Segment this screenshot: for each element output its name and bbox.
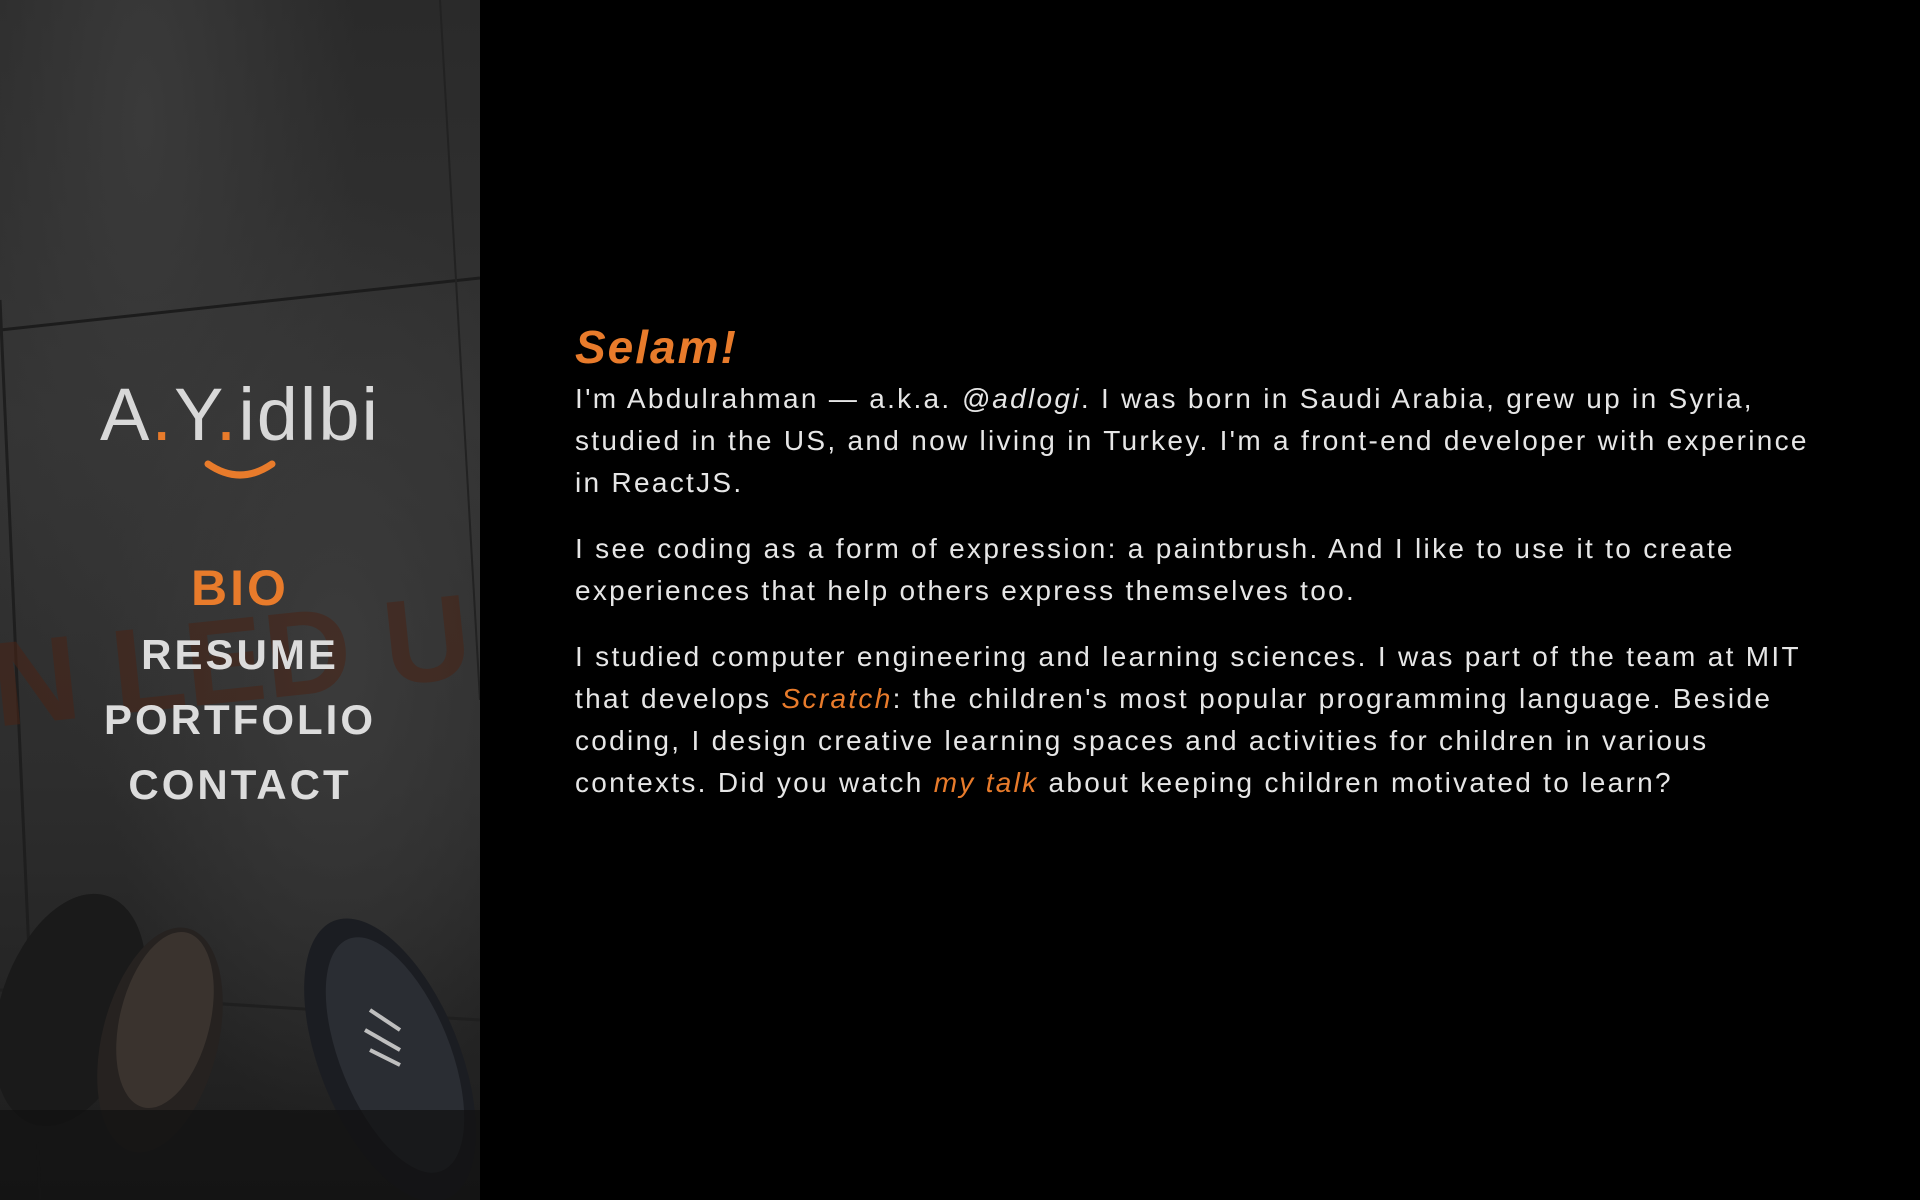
logo-dot: . [215,373,239,456]
nav-item-portfolio[interactable]: PORTFOLIO [0,687,480,752]
sidebar: N LED U A.Y.idlbi BIO RESUME PORTFOLIO C… [0,0,480,1200]
nav-item-contact[interactable]: CONTACT [0,752,480,817]
page: N LED U A.Y.idlbi BIO RESUME PORTFOLIO C… [0,0,1920,1200]
logo-dot: . [151,373,174,456]
handle-text: @adlogi [961,383,1081,414]
logo-letter-y: Y [173,373,216,456]
background-text-end: about keeping children motivated to lear… [1038,767,1673,798]
my-talk-link[interactable]: my talk [934,767,1039,798]
bio-content: Selam! I'm Abdulrahman — a.k.a. @adlogi.… [575,320,1845,828]
scratch-link[interactable]: Scratch [782,683,893,714]
logo-text: A.Y.idlbi [0,378,480,452]
logo-surname: idlbi [238,373,380,456]
nav-item-resume[interactable]: RESUME [0,622,480,687]
background-paragraph: I studied computer engineering and learn… [575,636,1845,804]
coding-paragraph: I see coding as a form of expression: a … [575,533,1735,606]
smile-icon [204,460,276,479]
main-nav: BIO RESUME PORTFOLIO CONTACT [0,554,480,817]
logo-letter-a: A [100,373,152,456]
intro-paragraph: I'm Abdulrahman — a.k.a. @adlogi. I was … [575,378,1845,504]
site-logo[interactable]: A.Y.idlbi [0,378,480,482]
intro-text: I'm Abdulrahman — a.k.a. [575,383,962,414]
nav-item-bio[interactable]: BIO [0,554,480,622]
greeting-heading: Selam! [575,321,738,373]
